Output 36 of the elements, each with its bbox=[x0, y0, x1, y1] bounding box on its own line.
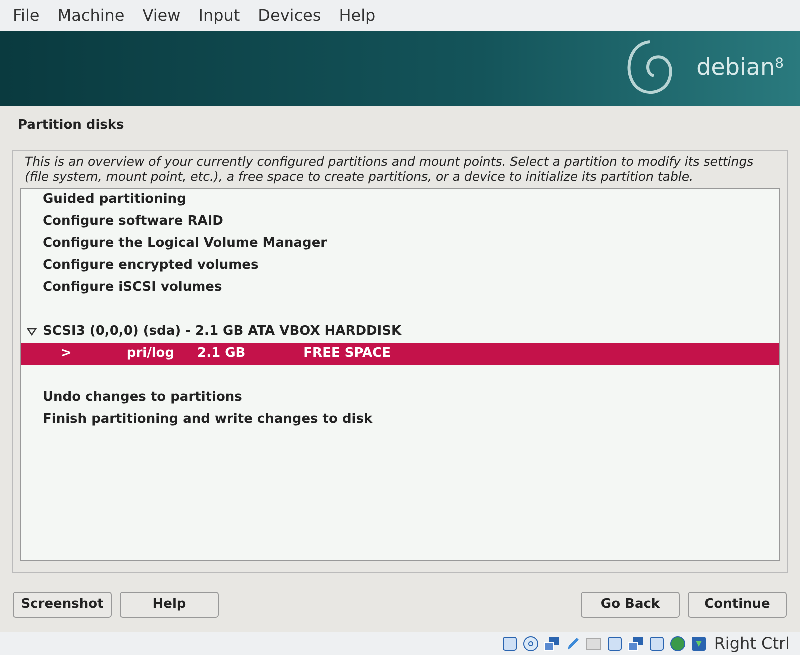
dialog-button[interactable]: Go Back bbox=[581, 592, 680, 618]
host-key-label: Right Ctrl bbox=[714, 632, 790, 654]
windows-icon[interactable] bbox=[628, 636, 644, 652]
menu-item[interactable]: Devices bbox=[249, 4, 330, 28]
chip-icon[interactable] bbox=[649, 636, 666, 652]
dialog-button[interactable]: Continue bbox=[688, 592, 787, 618]
list-item[interactable]: Configure software RAID bbox=[21, 211, 779, 233]
menu-item[interactable]: Machine bbox=[48, 4, 134, 28]
menu-item[interactable]: View bbox=[134, 4, 190, 28]
menu-item[interactable]: Help bbox=[330, 4, 385, 28]
list-item[interactable]: Configure encrypted volumes bbox=[21, 255, 779, 277]
display-icon[interactable] bbox=[607, 636, 624, 652]
list-item[interactable]: Guided partitioning bbox=[21, 189, 779, 211]
pen-icon[interactable] bbox=[565, 636, 582, 652]
optical-disc-icon[interactable] bbox=[523, 636, 540, 652]
row-text: pri/log bbox=[126, 345, 175, 363]
disk-item[interactable]: SCSI3 (0,0,0) (sda) - 2.1 GB ATA VBOX HARDDISK bbox=[43, 321, 402, 343]
menu-item[interactable]: File bbox=[4, 4, 49, 28]
globe-icon[interactable] bbox=[670, 636, 686, 652]
list-item[interactable]: Configure the Logical Volume Manager bbox=[21, 233, 779, 255]
expander-icon[interactable] bbox=[27, 328, 37, 336]
list-item[interactable]: Configure iSCSI volumes bbox=[21, 277, 779, 299]
page-title: Partition disks bbox=[18, 118, 124, 133]
dialog-button[interactable]: Screenshot bbox=[13, 592, 112, 618]
partition-row[interactable]: > pri/log 2.1 GB FREE SPACE bbox=[21, 343, 779, 365]
brand-logo-text: debian$^{8}$ bbox=[696, 54, 784, 84]
description-text: This is an overview of your currently configured partitions and mount points. Select a partition to modify its settings (file system, mount point, etc.), a free space to create partitions, or a device to initialize its partition table. bbox=[24, 155, 755, 186]
list-item[interactable]: Undo changes to partitions bbox=[21, 387, 779, 409]
dialog-button[interactable]: Help bbox=[120, 592, 219, 618]
list-item[interactable]: Finish partitioning and write changes to disk bbox=[21, 409, 779, 431]
row-text: FREE SPACE bbox=[304, 345, 392, 363]
row-text: > bbox=[61, 345, 72, 363]
download-icon[interactable] bbox=[691, 636, 708, 652]
menu-item[interactable]: Input bbox=[190, 4, 250, 28]
row-text: 2.1 GB bbox=[198, 345, 246, 363]
network-icon[interactable] bbox=[544, 636, 560, 652]
